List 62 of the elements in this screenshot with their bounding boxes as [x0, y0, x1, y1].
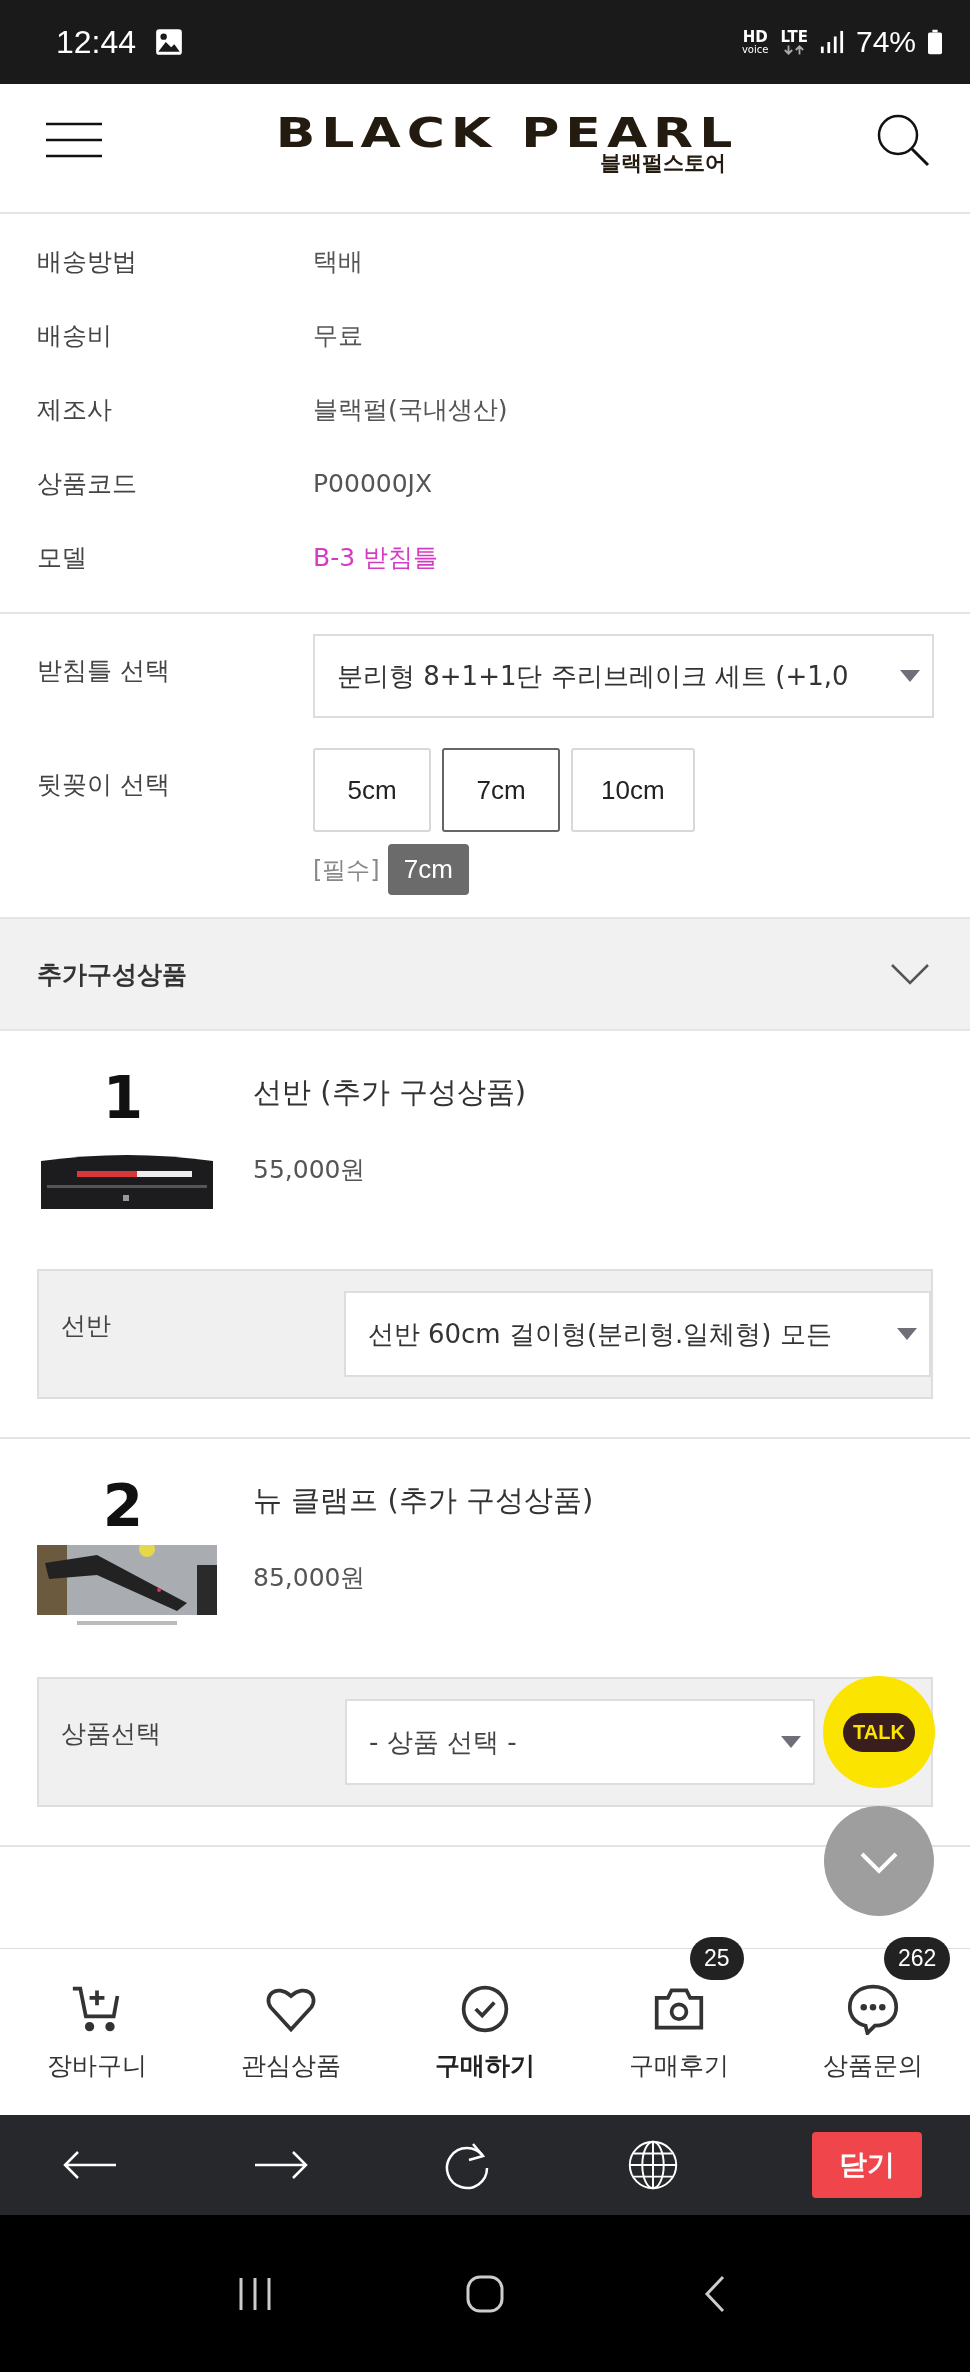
clock: 12:44	[56, 23, 137, 61]
info-value[interactable]: B-3 받침틀	[313, 540, 439, 574]
info-value: P00000JX	[313, 468, 433, 498]
option-label: 선반	[60, 1310, 112, 1342]
nav-label[interactable]: 구매하기	[435, 2049, 535, 2082]
logo[interactable]: BLACK PEARL	[275, 111, 739, 154]
addon-section-header[interactable]: 추가구성상품	[0, 919, 970, 1031]
caret-icon	[897, 1328, 917, 1340]
info-value: 블랙펄(국내생산)	[313, 393, 508, 426]
required-label: [필수]	[313, 854, 380, 886]
search-icon[interactable]	[876, 113, 930, 167]
size-option[interactable]: 7cm	[442, 748, 560, 832]
check-circle-icon[interactable]	[459, 1983, 511, 2035]
caret-icon	[781, 1736, 801, 1748]
chat-bubble-icon[interactable]	[847, 1983, 899, 2035]
product-name[interactable]: 뉴 클램프 (추가 구성상품)	[253, 1481, 594, 1521]
option-select[interactable]: 선반 60cm 걸이형(분리형.일체형) 모든	[343, 1291, 931, 1377]
nav-label[interactable]: 상품문의	[823, 2049, 923, 2082]
menu-icon[interactable]	[46, 122, 102, 158]
signal-icon	[819, 29, 844, 55]
data-arrows-icon	[783, 44, 806, 55]
product-price: 55,000원	[253, 1154, 367, 1186]
product-price: 85,000원	[253, 1562, 367, 1594]
nav-label[interactable]: 구매후기	[629, 2049, 729, 2082]
info-label: 상품코드	[36, 467, 138, 500]
globe-icon[interactable]	[627, 2140, 678, 2190]
selected-size-tag: 7cm	[387, 844, 469, 895]
info-label: 제조사	[36, 393, 113, 426]
size-option[interactable]: 5cm	[313, 748, 431, 832]
info-label: 모델	[36, 541, 88, 574]
battery-icon	[928, 29, 942, 55]
option-label: 받침틀 선택	[36, 655, 171, 687]
option-label: 상품선택	[60, 1718, 162, 1750]
stand-select[interactable]: 분리형 8+1+1단 주리브레이크 세트 (+1,0	[313, 634, 934, 718]
product-name[interactable]: 선반 (추가 구성상품)	[253, 1073, 527, 1113]
caret-icon	[900, 670, 920, 682]
info-value: 무료	[313, 319, 363, 352]
scroll-down-button[interactable]	[824, 1806, 934, 1916]
count-badge: 25	[690, 1937, 744, 1980]
info-label: 배송방법	[36, 245, 138, 278]
size-option[interactable]: 10cm	[571, 748, 695, 832]
battery-level: 74%	[855, 25, 916, 59]
nav-label[interactable]: 관심상품	[241, 2049, 341, 2082]
count-badge: 262	[884, 1937, 951, 1980]
close-button[interactable]: 닫기	[812, 2132, 922, 2198]
network-label: LTE	[780, 29, 808, 45]
home-icon[interactable]	[465, 2273, 505, 2314]
chevron-icon[interactable]	[890, 963, 930, 985]
logo-subtitle: 블랙펄스토어	[600, 152, 726, 174]
forward-arrow-icon[interactable]	[252, 2150, 309, 2180]
hd-label: HD	[742, 29, 768, 45]
info-value: 택배	[313, 245, 363, 278]
voice-label: voice	[741, 44, 769, 55]
option-select[interactable]: - 상품 선택 -	[345, 1699, 815, 1785]
info-label: 배송비	[36, 319, 113, 352]
back-arrow-icon[interactable]	[62, 2150, 118, 2180]
item-number: 2	[102, 1477, 144, 1535]
option-label: 뒷꽂이 선택	[36, 769, 171, 801]
nav-label[interactable]: 장바구니	[47, 2049, 147, 2082]
item-number: 1	[102, 1069, 144, 1127]
section-title: 추가구성상품	[37, 958, 187, 991]
image-icon	[154, 27, 185, 57]
